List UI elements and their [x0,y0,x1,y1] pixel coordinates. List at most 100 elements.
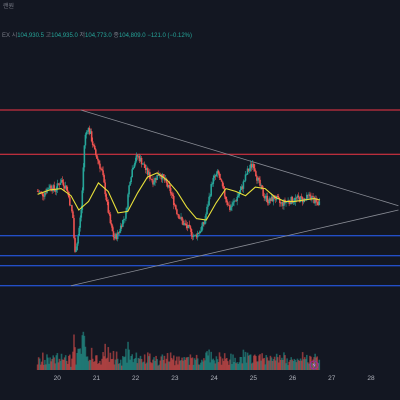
volume-layer [36,331,321,370]
candle-body [244,174,247,181]
candle-body [178,214,180,219]
candle-body [153,182,155,185]
candle-body [245,174,248,176]
candle-body [118,231,121,233]
candle-body [131,169,133,178]
candle-body [208,196,210,206]
candle-body [201,226,203,232]
trendline[interactable] [70,209,399,287]
candle-body [318,201,321,206]
candle-body [196,232,199,238]
candle-body [212,177,215,184]
candle-body [126,207,128,211]
candle-body [266,195,269,203]
candle-body [128,185,130,195]
candles-layer [36,125,321,253]
candle-body [309,194,311,197]
candle-body [192,235,195,237]
x-tick-label: 27 [328,375,336,382]
x-tick-label: 22 [132,375,140,382]
candle-body [105,194,108,200]
levels-layer [0,109,400,287]
candle-body [242,181,245,189]
candle-body [110,223,113,226]
candle-body [225,199,228,203]
candle-body [181,217,183,221]
candle-body [108,212,111,215]
candle-body [263,196,265,198]
candle-body [221,181,224,187]
candle-body [69,197,71,206]
candle-body [232,202,234,206]
candle-body [96,154,98,159]
trendlines-layer [70,109,399,287]
candle-body [170,193,173,195]
candle-body [90,131,93,142]
candle-body [217,170,220,174]
candle-body [222,186,225,189]
candle-body [86,131,89,133]
candle-body [72,211,74,219]
candle-body [47,188,49,190]
candle-body [262,189,264,197]
candle-body [62,182,65,187]
candle-body [219,177,222,180]
candle-body [132,167,135,170]
candle-body [122,220,124,227]
candle-body [97,158,99,161]
candle-body [168,184,171,188]
candle-body [48,188,50,189]
candle-body [66,190,69,192]
candle-body [116,232,119,240]
candle-body [84,134,87,146]
candle-body [236,197,238,202]
candle-body [175,205,177,210]
candle-body [101,168,103,171]
x-tick-label: 21 [93,375,101,382]
candle-body [77,235,79,244]
x-tick-label: 26 [289,375,297,382]
candle-body [93,145,96,150]
candle-body [74,237,76,252]
candle-body [102,170,104,176]
x-axis: 20 21 22 23 24 25 26 27 28 [54,375,375,382]
candle-body [206,206,208,215]
candle-body [99,163,101,169]
candle-body [127,194,129,208]
candle-body [253,163,255,169]
candle-body [106,199,109,202]
price-chart[interactable]: 20 21 22 23 24 25 26 27 28 [0,0,400,400]
candle-body [79,217,82,228]
x-tick-label: 28 [367,375,375,382]
candle-body [254,168,256,172]
candle-body [133,164,136,168]
candle-body [227,202,229,206]
candle-body [193,235,196,237]
candle-body [80,209,83,218]
candle-body [185,223,188,226]
candle-body [95,149,97,155]
candle-body [112,231,115,238]
candle-body [215,173,218,177]
candle-body [224,196,227,200]
candle-body [259,179,261,186]
candle-body [172,196,175,205]
candle-body [78,227,80,236]
candle-body [134,161,137,165]
candle-body [255,171,257,177]
candle-body [59,182,62,185]
candle-body [76,243,78,251]
candle-body [316,201,319,203]
x-tick-label: 20 [54,375,62,382]
candle-body [171,194,174,197]
candle-body [276,195,279,198]
candle-body [211,183,214,185]
candle-body [71,205,73,212]
candle-body [61,179,64,183]
candle-body [65,185,68,191]
candle-body [230,207,232,211]
candle-body [75,250,77,252]
candle-body [111,225,114,232]
candle-body [207,205,209,207]
candle-body [129,182,131,186]
